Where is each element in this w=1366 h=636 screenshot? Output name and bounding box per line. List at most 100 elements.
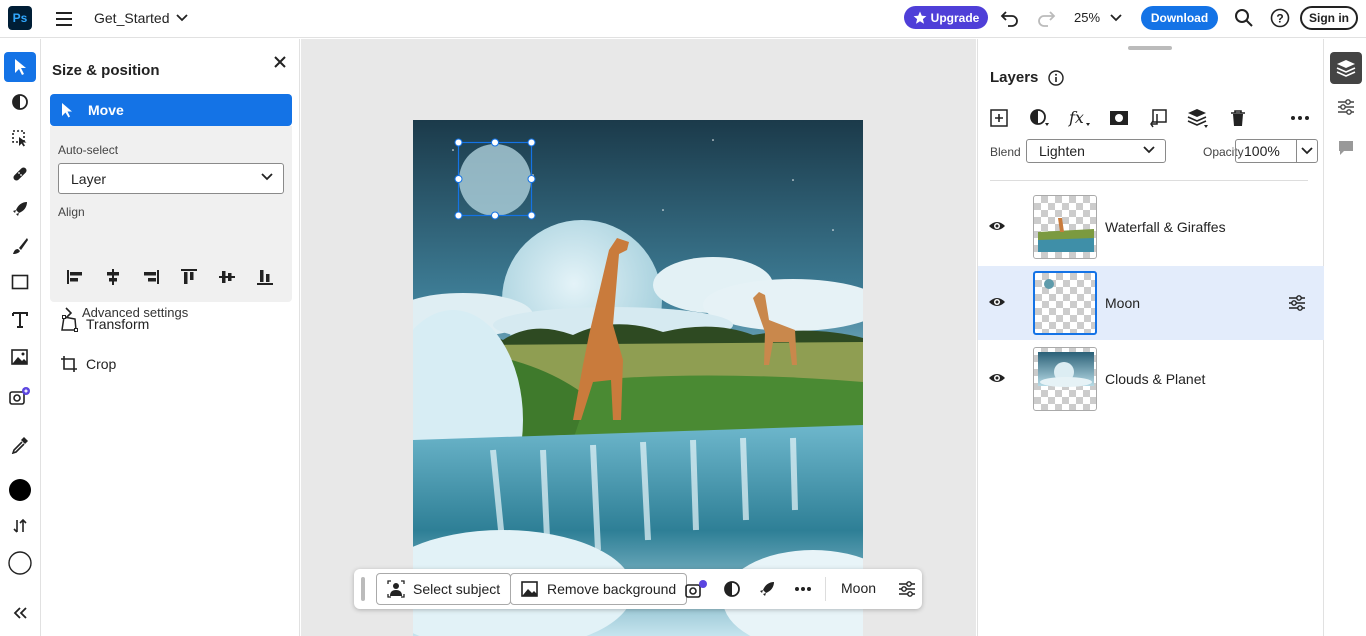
crop-icon bbox=[61, 356, 77, 372]
layer-name: Clouds & Planet bbox=[1105, 371, 1206, 387]
healing-icon[interactable] bbox=[4, 159, 36, 189]
selection-icon[interactable] bbox=[4, 123, 36, 153]
adjust-icon[interactable] bbox=[722, 579, 742, 599]
select-subject-button[interactable]: Select subject bbox=[376, 573, 512, 605]
more-options-icon[interactable] bbox=[793, 579, 813, 599]
left-toolbar bbox=[0, 39, 41, 636]
mask-icon[interactable] bbox=[1108, 107, 1130, 129]
adjustment-layer-icon[interactable] bbox=[1029, 107, 1051, 129]
blend-label: Blend bbox=[990, 145, 1021, 159]
eye-icon[interactable] bbox=[988, 293, 1006, 311]
top-bar: Ps Get_Started Upgrade 25% Download ? Si… bbox=[0, 0, 1366, 38]
transform-icon bbox=[61, 315, 78, 332]
clipping-mask-icon[interactable] bbox=[1147, 107, 1169, 129]
layer-stack-icon[interactable] bbox=[1187, 107, 1209, 129]
star-icon bbox=[913, 11, 927, 24]
panel-drag-handle[interactable] bbox=[1128, 46, 1172, 50]
quick-actions-icon[interactable] bbox=[757, 579, 777, 599]
generative-fill-icon[interactable] bbox=[4, 381, 36, 411]
document-title-menu[interactable]: Get_Started bbox=[94, 10, 188, 26]
move-button[interactable]: Move bbox=[50, 94, 292, 126]
eyedropper-icon[interactable] bbox=[4, 430, 36, 460]
layers-panel: Layers fx Blend Lighten Opacity 100% Wat… bbox=[977, 39, 1324, 636]
align-middle-vertical-icon[interactable] bbox=[218, 268, 236, 286]
foreground-color-swatch[interactable] bbox=[4, 475, 36, 505]
auto-select-label: Auto-select bbox=[58, 143, 119, 157]
add-layer-icon[interactable] bbox=[988, 107, 1010, 129]
generative-fill-icon[interactable] bbox=[685, 579, 709, 599]
document-title: Get_Started bbox=[94, 10, 170, 26]
divider bbox=[825, 577, 826, 601]
blend-mode-dropdown[interactable]: Lighten bbox=[1026, 139, 1166, 163]
collapse-double-chevron-icon[interactable] bbox=[4, 598, 36, 628]
eye-icon[interactable] bbox=[988, 369, 1006, 387]
photoshop-logo[interactable]: Ps bbox=[8, 6, 32, 30]
opacity-dropdown[interactable] bbox=[1296, 139, 1318, 163]
comments-icon[interactable] bbox=[1330, 132, 1362, 164]
align-label: Align bbox=[58, 205, 85, 219]
move-arrow-icon bbox=[62, 103, 72, 118]
download-button[interactable]: Download bbox=[1141, 6, 1218, 30]
info-icon[interactable] bbox=[1048, 69, 1065, 86]
svg-text:?: ? bbox=[1276, 12, 1283, 26]
undo-icon[interactable] bbox=[1000, 9, 1020, 27]
layer-row[interactable]: Waterfall & Giraffes bbox=[978, 190, 1324, 264]
align-buttons bbox=[62, 265, 284, 289]
chevron-down-icon bbox=[1301, 147, 1313, 155]
opacity-input[interactable]: 100% bbox=[1235, 139, 1297, 163]
zoom-control[interactable]: 25% bbox=[1074, 10, 1122, 25]
artwork-canvas[interactable] bbox=[413, 120, 863, 636]
swap-colors-icon[interactable] bbox=[4, 511, 36, 541]
transform-item[interactable]: Transform bbox=[60, 315, 149, 333]
delete-layer-icon[interactable] bbox=[1227, 107, 1249, 129]
properties-icon[interactable] bbox=[1330, 91, 1362, 123]
move-tool-icon[interactable] bbox=[4, 52, 36, 82]
size-position-panel: Size & position Move Auto-select Layer A… bbox=[42, 39, 300, 636]
sign-in-button[interactable]: Sign in bbox=[1300, 6, 1358, 30]
more-options-icon[interactable] bbox=[1289, 107, 1311, 129]
layer-name: Waterfall & Giraffes bbox=[1105, 219, 1226, 235]
canvas-area[interactable]: Select subject Remove background Moon bbox=[301, 39, 976, 636]
align-bottom-icon[interactable] bbox=[256, 268, 274, 286]
quick-actions-icon[interactable] bbox=[4, 194, 36, 224]
align-center-horizontal-icon[interactable] bbox=[104, 268, 122, 286]
layer-thumbnail bbox=[1033, 195, 1097, 259]
align-left-icon[interactable] bbox=[66, 268, 84, 286]
layer-row-selected[interactable]: Moon bbox=[978, 266, 1324, 340]
contextual-task-bar: Select subject Remove background Moon bbox=[354, 569, 922, 609]
menu-icon[interactable] bbox=[54, 10, 76, 28]
zoom-level: 25% bbox=[1074, 10, 1101, 25]
remove-background-button[interactable]: Remove background bbox=[510, 573, 688, 605]
current-layer-name: Moon bbox=[841, 580, 877, 596]
redo-icon[interactable] bbox=[1036, 9, 1056, 27]
svg-text:fx: fx bbox=[1068, 108, 1084, 127]
upgrade-button[interactable]: Upgrade bbox=[904, 6, 988, 29]
layer-properties-icon[interactable] bbox=[1287, 294, 1307, 312]
adjust-icon[interactable] bbox=[4, 87, 36, 117]
brush-icon[interactable] bbox=[4, 231, 36, 261]
search-icon[interactable] bbox=[1234, 8, 1254, 28]
drag-handle[interactable] bbox=[361, 577, 365, 601]
crop-item[interactable]: Crop bbox=[60, 355, 116, 373]
align-right-icon[interactable] bbox=[142, 268, 160, 286]
layers-panel-icon[interactable] bbox=[1330, 52, 1362, 84]
eye-icon[interactable] bbox=[988, 217, 1006, 235]
properties-sliders-icon[interactable] bbox=[897, 579, 917, 599]
layers-title: Layers bbox=[990, 69, 1065, 86]
close-icon[interactable] bbox=[272, 54, 288, 70]
chevron-down-icon bbox=[1110, 13, 1122, 21]
background-color-swatch[interactable] bbox=[4, 548, 36, 578]
chevron-down-icon bbox=[175, 14, 188, 22]
layer-row[interactable]: Clouds & Planet bbox=[978, 342, 1324, 416]
layer-thumbnail bbox=[1033, 347, 1097, 411]
type-icon[interactable] bbox=[4, 305, 36, 335]
auto-select-dropdown[interactable]: Layer bbox=[58, 163, 284, 194]
align-top-icon[interactable] bbox=[180, 268, 198, 286]
divider bbox=[990, 180, 1308, 181]
move-options: Auto-select Layer Align Advanced setting… bbox=[50, 126, 292, 320]
image-icon[interactable] bbox=[4, 342, 36, 372]
effects-icon[interactable]: fx bbox=[1067, 107, 1093, 129]
help-icon[interactable]: ? bbox=[1270, 8, 1290, 28]
chevron-down-icon bbox=[261, 173, 273, 181]
shape-icon[interactable] bbox=[4, 267, 36, 297]
